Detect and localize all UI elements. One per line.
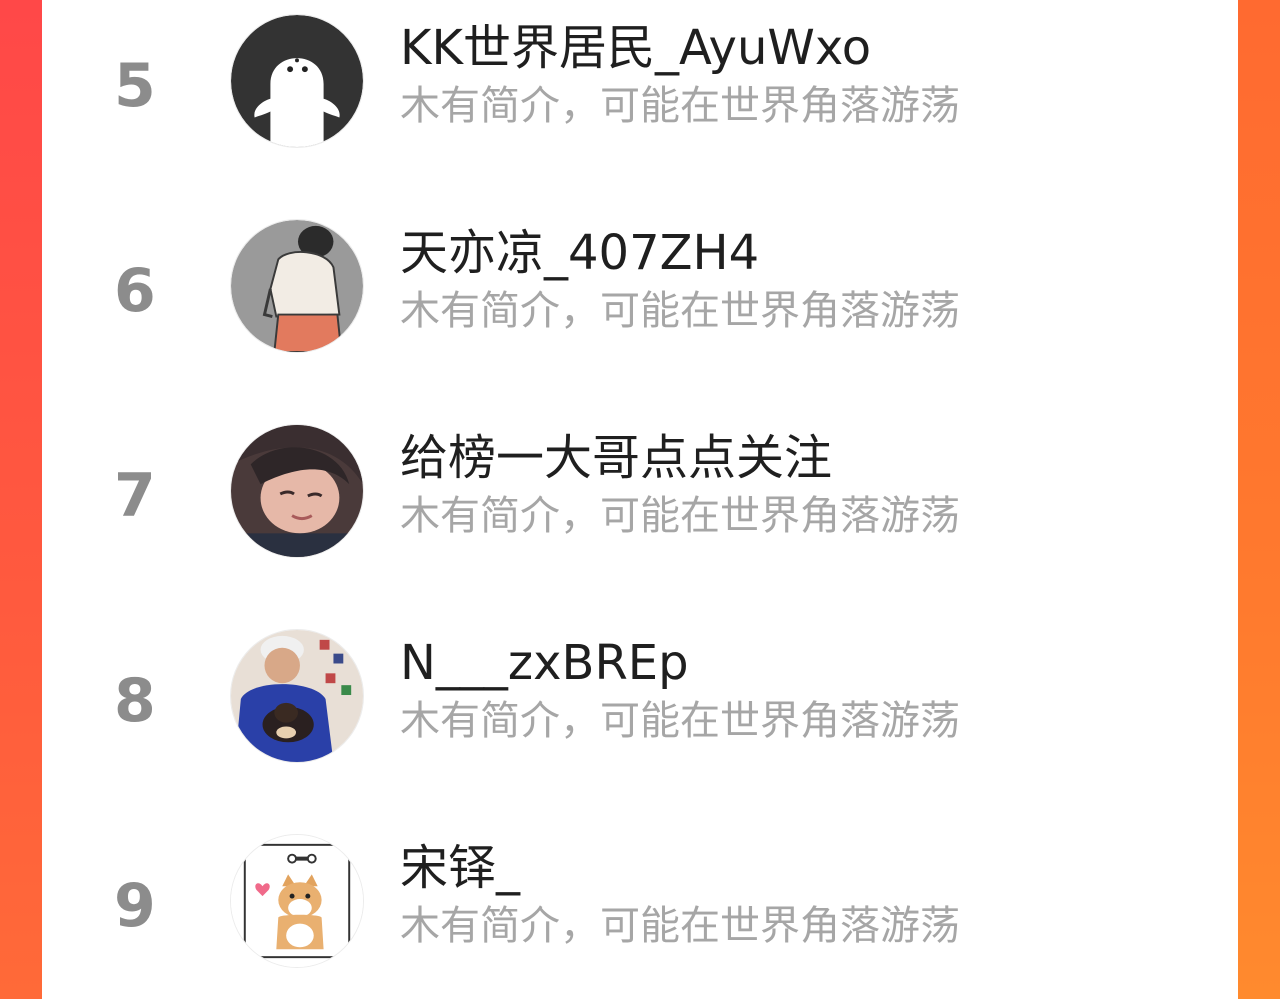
rank-number: 5: [114, 51, 156, 121]
right-gradient-border: [1238, 0, 1280, 999]
ranking-list-item-5[interactable]: 5 KK世界居民_AyuWxo 木有简介，可能在世界角落游荡: [42, 0, 1238, 205]
ranking-list-item-7[interactable]: 7 给榜一大哥点点关注 木有简介，可能在世界角落游荡: [42, 410, 1238, 615]
user-name[interactable]: 宋铎_: [400, 844, 520, 892]
rank-number: 9: [114, 871, 156, 941]
user-bio: 木有简介，可能在世界角落游荡: [400, 903, 960, 949]
shiba-dog-avatar-icon[interactable]: [230, 834, 364, 968]
left-gradient-border: [0, 0, 42, 999]
rank-number: 7: [114, 461, 156, 531]
user-name[interactable]: N___zxBREp: [400, 639, 689, 687]
anime-face-avatar-icon[interactable]: [230, 424, 364, 558]
rank-number: 8: [114, 666, 156, 736]
ranking-list-item-9[interactable]: 9 宋铎_ 木有简介，可能在世界角落游荡: [42, 820, 1238, 999]
user-name[interactable]: 给榜一大哥点点关注: [400, 434, 832, 482]
user-bio: 木有简介，可能在世界角落游荡: [400, 288, 960, 334]
ranking-list-item-8[interactable]: 8 N___zxBREp 木有简介，可能在世界角落游荡: [42, 615, 1238, 820]
user-name[interactable]: KK世界居民_AyuWxo: [400, 24, 871, 72]
user-name[interactable]: 天亦凉_407ZH4: [400, 229, 759, 277]
user-bio: 木有简介，可能在世界角落游荡: [400, 698, 960, 744]
user-bio: 木有简介，可能在世界角落游荡: [400, 83, 960, 129]
person-with-dog-avatar-icon[interactable]: [230, 629, 364, 763]
rank-number: 6: [114, 256, 156, 326]
ghost-avatar-icon[interactable]: [230, 14, 364, 148]
user-bio: 木有简介，可能在世界角落游荡: [400, 493, 960, 539]
ranking-list-item-6[interactable]: 6 天亦凉_407ZH4 木有简介，可能在世界角落游荡: [42, 205, 1238, 410]
person-back-avatar-icon[interactable]: [230, 219, 364, 353]
